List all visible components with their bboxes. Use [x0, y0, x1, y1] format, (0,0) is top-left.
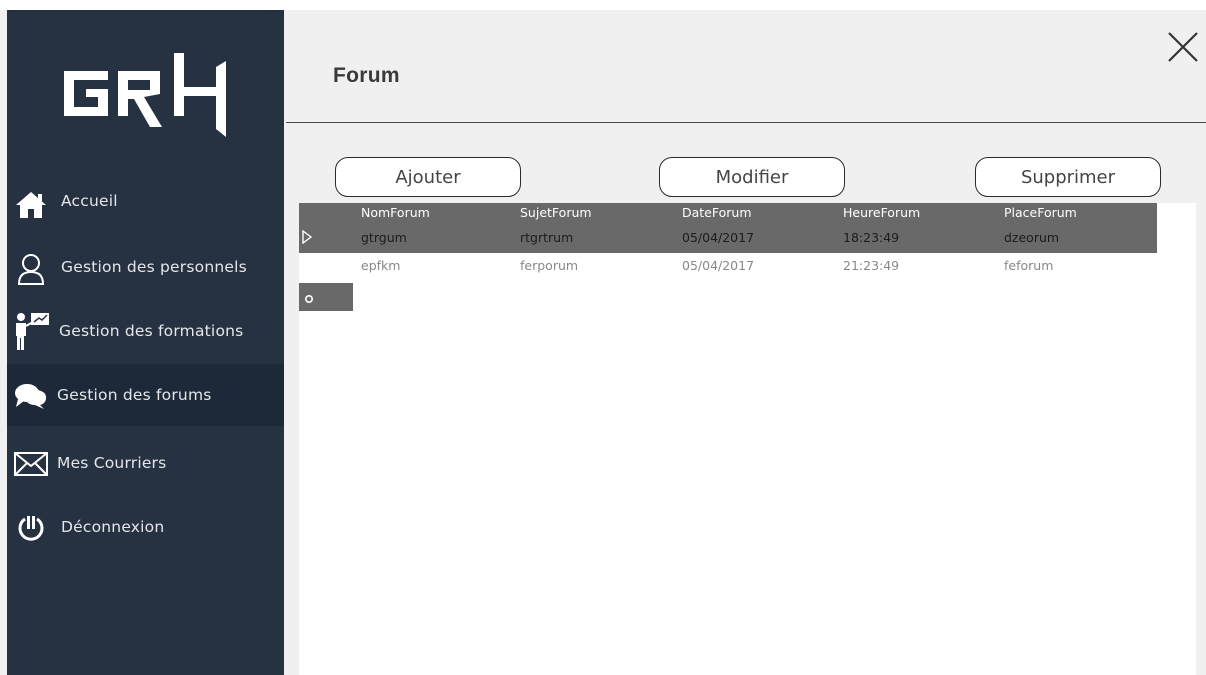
grid-header: NomForum SujetForum DateForum HeureForum… [299, 203, 1157, 223]
selected-row-arrow-icon [302, 230, 313, 244]
table-cell[interactable]: dzeorum [1004, 228, 1059, 248]
column-header-heureforum[interactable]: HeureForum [843, 203, 920, 223]
add-button[interactable]: Ajouter [335, 157, 521, 197]
delete-button[interactable]: Supprimer [975, 157, 1161, 197]
column-header-nomforum[interactable]: NomForum [361, 203, 430, 223]
app-window: Accueil Gestion des personnels Gestion d… [0, 0, 1206, 675]
sidebar: Accueil Gestion des personnels Gestion d… [7, 10, 284, 675]
sidebar-item-gestion-formations[interactable]: Gestion des formations [7, 302, 284, 364]
sidebar-item-label: Accueil [61, 192, 118, 210]
sidebar-item-gestion-forums[interactable]: Gestion des forums [7, 364, 284, 426]
sidebar-item-label: Déconnexion [61, 518, 165, 536]
table-cell[interactable]: 18:23:49 [843, 228, 899, 248]
sidebar-item-label: Mes Courriers [57, 454, 167, 472]
page-title: Forum [333, 64, 400, 87]
home-icon [11, 185, 51, 225]
column-header-placeforum[interactable]: PlaceForum [1004, 203, 1077, 223]
table-row[interactable]: gtrgum rtgrtrum 05/04/2017 18:23:49 dzeo… [299, 223, 1157, 253]
user-icon [11, 249, 51, 289]
sidebar-item-label: Gestion des forums [57, 386, 212, 404]
new-row-icon [304, 294, 314, 304]
sidebar-item-mes-courriers[interactable]: Mes Courriers [7, 432, 284, 494]
table-cell[interactable]: epfkm [361, 256, 400, 276]
sidebar-item-label: Gestion des personnels [61, 258, 247, 276]
table-cell[interactable]: 05/04/2017 [682, 228, 754, 248]
power-icon [11, 508, 51, 548]
table-cell[interactable]: 21:23:49 [843, 256, 899, 276]
close-button[interactable] [1166, 30, 1200, 64]
table-cell[interactable]: ferporum [520, 256, 578, 276]
column-header-sujetforum[interactable]: SujetForum [520, 203, 592, 223]
sidebar-item-label: Gestion des formations [59, 322, 244, 340]
column-header-dateforum[interactable]: DateForum [682, 203, 752, 223]
sidebar-item-accueil[interactable]: Accueil [7, 174, 284, 236]
top-strip [0, 0, 1206, 10]
grh-logo-icon [63, 53, 226, 137]
table-row[interactable]: epfkm ferporum 05/04/2017 21:23:49 fefor… [299, 253, 1157, 283]
app-logo [7, 38, 284, 146]
header-divider [286, 122, 1206, 123]
close-icon [1168, 32, 1198, 62]
forum-grid[interactable]: NomForum SujetForum DateForum HeureForum… [299, 203, 1196, 675]
edit-button[interactable]: Modifier [659, 157, 845, 197]
table-cell[interactable]: gtrgum [361, 228, 407, 248]
presenter-icon [11, 311, 51, 351]
mail-icon [11, 444, 51, 484]
table-cell[interactable]: 05/04/2017 [682, 256, 754, 276]
table-cell[interactable]: feforum [1004, 256, 1053, 276]
table-cell[interactable]: rtgrtrum [520, 228, 573, 248]
main-panel: Forum Ajouter Modifier Supprimer NomForu… [284, 10, 1206, 675]
sidebar-item-deconnexion[interactable]: Déconnexion [7, 496, 284, 558]
chat-icon [11, 376, 51, 416]
sidebar-item-gestion-personnels[interactable]: Gestion des personnels [7, 238, 284, 300]
